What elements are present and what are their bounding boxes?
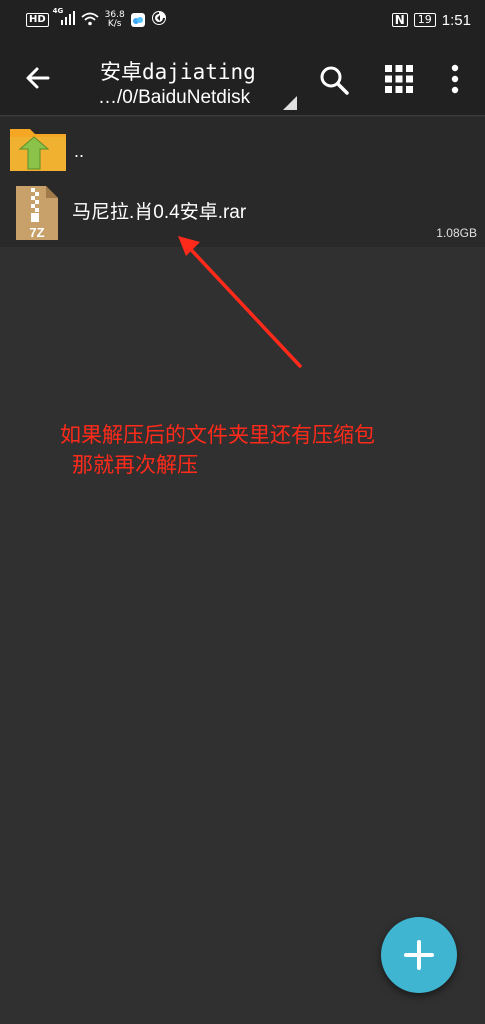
cloud-app-icon — [130, 13, 145, 27]
add-fab-button[interactable] — [381, 917, 457, 993]
wifi-icon — [81, 11, 99, 30]
search-icon — [320, 66, 349, 95]
more-options-button[interactable] — [446, 64, 464, 94]
grid-icon — [385, 65, 413, 93]
search-button[interactable] — [318, 64, 350, 96]
annotation-line-2: 那就再次解压 — [72, 453, 198, 477]
archive-type-label: 7Z — [29, 225, 44, 240]
battery-icon: 19 — [413, 13, 436, 27]
more-vert-icon — [451, 64, 459, 94]
annotation-arrow — [178, 236, 302, 368]
parent-directory-row[interactable]: .. — [0, 117, 485, 179]
plus-icon — [404, 940, 434, 970]
archive-7z-icon: 7Z — [16, 186, 58, 240]
parent-directory-label: .. — [74, 141, 85, 161]
app-bar: 安卓dajiating …/0/BaiduNetdisk — [0, 40, 485, 116]
clock: 1:51 — [441, 11, 471, 29]
annotation-line-1: 如果解压后的文件夹里还有压缩包 — [60, 423, 375, 447]
path-dropdown-icon[interactable] — [283, 96, 297, 110]
status-left: HD 4G 36.8 K/s — [26, 7, 167, 30]
network-speed: 36.8 K/s — [105, 11, 125, 29]
nfc-icon: N — [391, 13, 408, 27]
folder-up-icon — [10, 129, 66, 171]
status-right: N 19 1:51 — [391, 11, 471, 29]
annotation-text: 如果解压后的文件夹里还有压缩包 那就再次解压 — [60, 420, 375, 480]
network-type: 4G — [52, 7, 64, 15]
view-grid-button[interactable] — [384, 64, 414, 94]
path-breadcrumb[interactable]: …/0/BaiduNetdisk — [98, 87, 250, 109]
status-bar: HD 4G 36.8 K/s N 19 1:51 — [0, 0, 485, 40]
signal-icon: 4G — [53, 7, 75, 30]
hd-badge: HD — [26, 13, 49, 27]
file-name: 马尼拉.肖0.4安卓.rar — [72, 202, 247, 223]
file-size: 1.08GB — [436, 226, 477, 240]
sync-icon — [151, 10, 167, 30]
battery-level: 19 — [417, 13, 432, 26]
arrow-left-icon — [26, 67, 50, 89]
speed-unit: K/s — [107, 19, 122, 29]
page-title: 安卓dajiating — [100, 60, 256, 84]
back-button[interactable] — [22, 62, 54, 94]
